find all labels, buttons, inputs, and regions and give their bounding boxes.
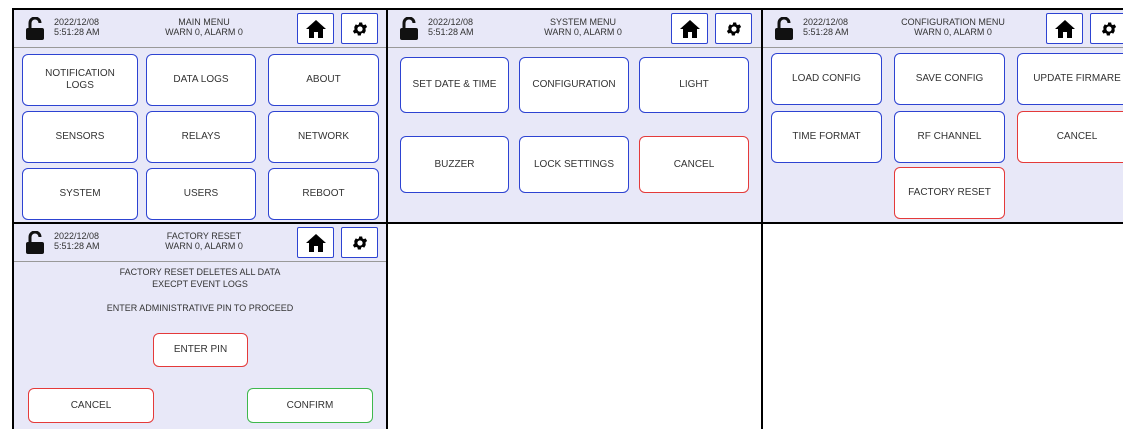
gear-icon [726,21,741,36]
configuration-menu-screen: 2022/12/08 5:51:28 AM CONFIGURATION MENU… [763,10,1123,222]
date-text: 2022/12/08 [54,231,100,241]
save-config-button[interactable]: SAVE CONFIG [894,53,1005,105]
buzzer-button[interactable]: BUZZER [400,136,509,193]
warning-message-line2: EXECPT EVENT LOGS [152,279,248,289]
gear-icon [1101,21,1116,36]
home-icon [305,19,326,38]
users-button[interactable]: USERS [146,168,256,220]
cancel-button[interactable]: CANCEL [1017,111,1123,163]
warn-alarm-text: WARN 0, ALARM 0 [165,27,243,37]
divider-top [12,8,1123,10]
title-text: FACTORY RESET [166,231,242,241]
datetime: 2022/12/08 5:51:28 AM [803,17,849,37]
unlock-icon[interactable] [25,231,45,255]
home-button[interactable] [671,13,708,44]
system-menu-screen: 2022/12/08 5:51:28 AM SYSTEM MENU WARN 0… [388,10,761,222]
date-text: 2022/12/08 [803,17,849,27]
lock-settings-button[interactable]: LOCK SETTINGS [519,136,629,193]
enter-pin-button[interactable]: ENTER PIN [153,333,248,367]
load-config-button[interactable]: LOAD CONFIG [771,53,882,105]
gear-icon [352,21,367,36]
network-button[interactable]: NETWORK [268,111,379,163]
factory-reset-screen: 2022/12/08 5:51:28 AM FACTORY RESET WARN… [14,224,386,429]
home-button[interactable] [1046,13,1083,44]
gear-icon [352,235,367,250]
notification-logs-button[interactable]: NOTIFICATION LOGS [22,54,138,106]
divider-col2 [761,8,763,429]
cancel-button[interactable]: CANCEL [28,388,154,423]
factory-reset-button[interactable]: FACTORY RESET [894,167,1005,219]
warn-alarm-text: WARN 0, ALARM 0 [914,27,992,37]
sensors-button[interactable]: SENSORS [22,111,138,163]
unlock-icon[interactable] [25,17,45,41]
warn-alarm-text: WARN 0, ALARM 0 [544,27,622,37]
time-format-button[interactable]: TIME FORMAT [771,111,882,163]
status-header: 2022/12/08 5:51:28 AM FACTORY RESET WARN… [14,224,386,262]
reboot-button[interactable]: REBOOT [268,168,379,220]
status-header: 2022/12/08 5:51:28 AM SYSTEM MENU WARN 0… [388,10,761,48]
home-icon [679,19,700,38]
time-text: 5:51:28 AM [803,27,849,37]
title-text: MAIN MENU [178,17,230,27]
settings-button[interactable] [715,13,752,44]
screen-title: CONFIGURATION MENU WARN 0, ALARM 0 [873,17,1033,37]
time-text: 5:51:28 AM [54,27,100,37]
pin-instruction: ENTER ADMINISTRATIVE PIN TO PROCEED [106,303,294,313]
system-button[interactable]: SYSTEM [22,168,138,220]
home-button[interactable] [297,227,334,258]
settings-button[interactable] [341,227,378,258]
settings-button[interactable] [1090,13,1123,44]
rf-channel-button[interactable]: RF CHANNEL [894,111,1005,163]
datetime: 2022/12/08 5:51:28 AM [54,17,100,37]
confirm-button[interactable]: CONFIRM [247,388,373,423]
time-text: 5:51:28 AM [54,241,100,251]
home-icon [305,233,326,252]
datetime: 2022/12/08 5:51:28 AM [54,231,100,251]
about-button[interactable]: ABOUT [268,54,379,106]
unlock-icon[interactable] [774,17,794,41]
title-text: SYSTEM MENU [549,17,616,27]
main-menu-screen: 2022/12/08 5:51:28 AM MAIN MENU WARN 0, … [14,10,386,222]
home-button[interactable] [297,13,334,44]
update-firmware-button[interactable]: UPDATE FIRMARE [1017,53,1123,105]
date-text: 2022/12/08 [54,17,100,27]
divider-col1 [386,8,388,429]
set-date-time-button[interactable]: SET DATE & TIME [400,57,509,113]
screen-title: MAIN MENU WARN 0, ALARM 0 [139,17,269,37]
status-header: 2022/12/08 5:51:28 AM MAIN MENU WARN 0, … [14,10,386,48]
divider-middle [12,222,1123,224]
warn-alarm-text: WARN 0, ALARM 0 [165,241,243,251]
time-text: 5:51:28 AM [428,27,474,37]
cancel-button[interactable]: CANCEL [639,136,749,193]
date-text: 2022/12/08 [428,17,474,27]
datetime: 2022/12/08 5:51:28 AM [428,17,474,37]
settings-button[interactable] [341,13,378,44]
warning-message-line1: FACTORY RESET DELETES ALL DATA [119,267,281,277]
home-icon [1054,19,1075,38]
unlock-icon[interactable] [399,17,419,41]
light-button[interactable]: LIGHT [639,57,749,113]
title-text: CONFIGURATION MENU [901,17,1005,27]
screen-title: SYSTEM MENU WARN 0, ALARM 0 [508,17,658,37]
data-logs-button[interactable]: DATA LOGS [146,54,256,106]
relays-button[interactable]: RELAYS [146,111,256,163]
status-header: 2022/12/08 5:51:28 AM CONFIGURATION MENU… [763,10,1123,48]
screen-title: FACTORY RESET WARN 0, ALARM 0 [139,231,269,251]
divider-left [12,8,14,429]
configuration-button[interactable]: CONFIGURATION [519,57,629,113]
